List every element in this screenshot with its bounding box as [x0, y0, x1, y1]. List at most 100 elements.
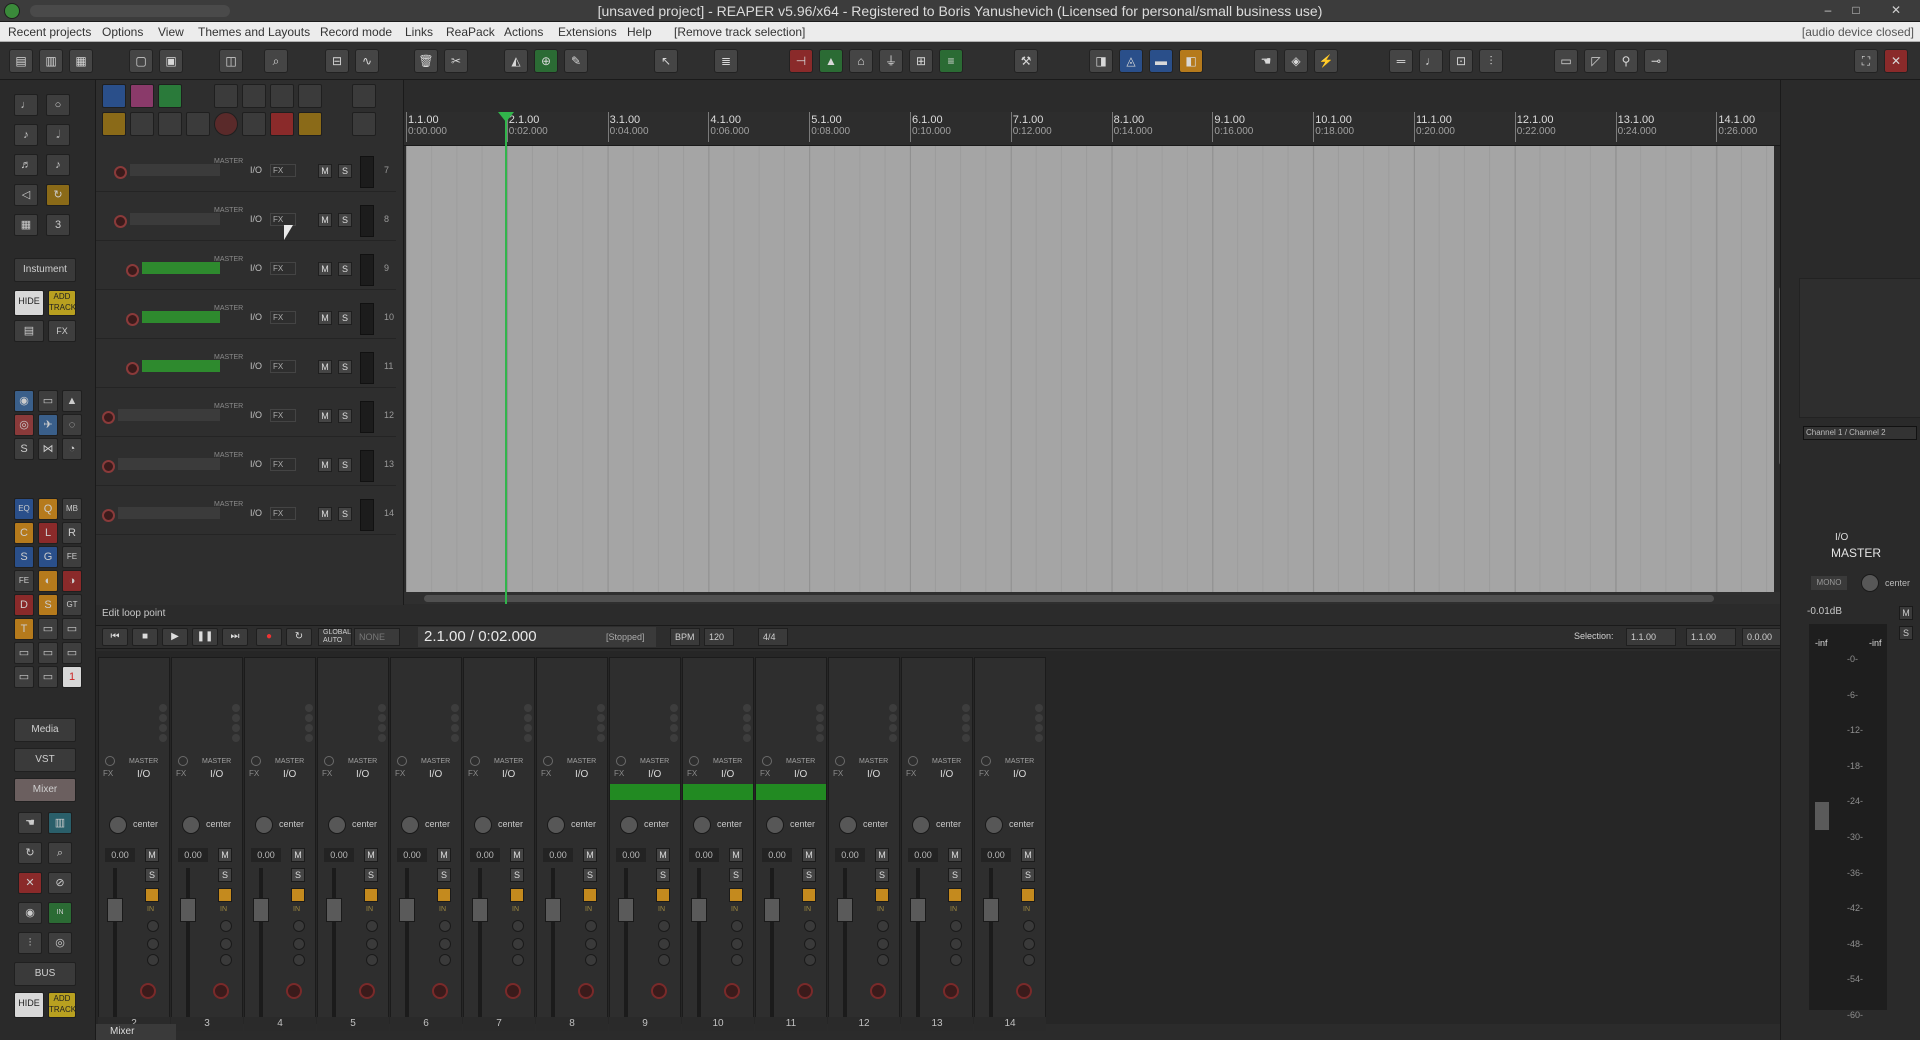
item-split-icon[interactable]: ⊣	[789, 49, 813, 73]
stop-button[interactable]: ■	[132, 628, 158, 646]
ds-plugin-icon[interactable]: D	[14, 594, 34, 616]
strip-control[interactable]	[877, 938, 889, 950]
insert-slot[interactable]	[743, 734, 751, 742]
strip-fader-track[interactable]	[624, 868, 628, 1018]
track-name-field[interactable]	[142, 360, 220, 372]
strip-control[interactable]	[147, 954, 159, 966]
strip-record-arm[interactable]	[140, 983, 156, 999]
insert-slot[interactable]	[159, 704, 167, 712]
strip-volume-readout[interactable]: 0.00	[762, 848, 792, 862]
strip-io-button[interactable]: I/O	[502, 769, 515, 780]
go-to-end-button[interactable]: ⏭	[222, 628, 248, 646]
tcp-tool-e-icon[interactable]	[130, 112, 154, 136]
group-icon[interactable]: ⊞	[909, 49, 933, 73]
track-fx-button[interactable]: FX	[270, 458, 296, 471]
strip-fader-track[interactable]	[697, 868, 701, 1018]
mb-plugin-icon[interactable]: MB	[62, 498, 82, 520]
save-as-icon[interactable]: ▥	[39, 49, 63, 73]
strip-control[interactable]	[731, 920, 743, 932]
track-io-button[interactable]: I/O	[250, 459, 262, 469]
track-solo-button[interactable]: S	[338, 262, 352, 276]
insert-slot[interactable]	[524, 724, 532, 732]
strip-fx-bypass[interactable]	[105, 756, 115, 766]
track-mute-button[interactable]: M	[318, 164, 332, 178]
strip-pan-knob[interactable]	[693, 816, 711, 834]
close-panel-icon[interactable]: ✕	[1884, 49, 1908, 73]
record-tool-icon[interactable]	[214, 112, 238, 136]
strip-control[interactable]	[220, 938, 232, 950]
insert-slot[interactable]	[232, 714, 240, 722]
ruler-icon[interactable]: ═	[1389, 49, 1413, 73]
strip-fx-button[interactable]: FX	[833, 769, 843, 778]
track-name-field[interactable]	[118, 458, 220, 470]
strip-io-button[interactable]: I/O	[356, 769, 369, 780]
view-wave-icon[interactable]: ▬	[1149, 49, 1173, 73]
strip-pan-knob[interactable]	[547, 816, 565, 834]
strip-solo-button[interactable]: S	[1021, 868, 1035, 882]
strip-record-arm[interactable]	[724, 983, 740, 999]
strip-control[interactable]	[439, 920, 451, 932]
delete-tool-icon[interactable]: ✕	[18, 872, 42, 894]
tcp-tool-c-icon[interactable]	[158, 84, 182, 108]
plugin-f-icon[interactable]: ◌	[62, 414, 82, 436]
strip-control[interactable]	[950, 920, 962, 932]
insert-slot[interactable]	[816, 724, 824, 732]
delete-fx-icon[interactable]	[270, 112, 294, 136]
insert-slot[interactable]	[889, 724, 897, 732]
hammer-icon[interactable]: ⚒	[1014, 49, 1038, 73]
mixer-strip[interactable]: MASTER FX I/O center 0.00 M S IN 6	[390, 657, 462, 1031]
g-plugin-icon[interactable]: G	[38, 546, 58, 568]
go-to-start-button[interactable]: ⏮	[102, 628, 128, 646]
insert-slot[interactable]	[305, 724, 313, 732]
insert-slot[interactable]	[743, 724, 751, 732]
strip-control[interactable]	[658, 938, 670, 950]
hide-button-bottom[interactable]: HIDE	[14, 992, 44, 1018]
track-fx-button[interactable]: FX	[270, 164, 296, 177]
insert-slot[interactable]	[232, 704, 240, 712]
render-icon[interactable]: ◫	[219, 49, 243, 73]
mixer-strip[interactable]: MASTER FX I/O center 0.00 M S IN 5	[317, 657, 389, 1031]
track-record-arm[interactable]	[102, 411, 115, 424]
strip-control[interactable]	[1023, 920, 1035, 932]
insert-slot[interactable]	[1035, 734, 1043, 742]
loop-icon[interactable]: ↻	[46, 184, 70, 206]
strip-fx-bypass[interactable]	[616, 756, 626, 766]
track-name-field[interactable]	[118, 409, 220, 421]
strip-control[interactable]	[1023, 938, 1035, 950]
mixer-strip[interactable]: MASTER FX I/O center 0.00 M S IN 14	[974, 657, 1046, 1031]
strip-io-button[interactable]: I/O	[283, 769, 296, 780]
strip-fx-bypass[interactable]	[543, 756, 553, 766]
plugin-b-icon[interactable]: ▭	[38, 390, 58, 412]
record-arm-icon[interactable]: ▤	[14, 320, 44, 342]
strip-mute-button[interactable]: M	[656, 848, 670, 862]
track-mute-button[interactable]: M	[318, 262, 332, 276]
strip-io-button[interactable]: I/O	[137, 769, 150, 780]
strip-fader-track[interactable]	[916, 868, 920, 1018]
open-project-icon[interactable]: ▣	[159, 49, 183, 73]
track-record-arm[interactable]	[102, 509, 115, 522]
strip-mute-button[interactable]: M	[729, 848, 743, 862]
misc-plugin-a-icon[interactable]: ▭	[38, 618, 58, 640]
insert-slot[interactable]	[378, 724, 386, 732]
track-io-button[interactable]: I/O	[250, 263, 262, 273]
project-settings-icon[interactable]: ▦	[69, 49, 93, 73]
unfreeze-icon[interactable]	[242, 84, 266, 108]
master-channel-select[interactable]: Channel 1 / Channel 2	[1803, 426, 1917, 440]
track-fx-button[interactable]: FX	[270, 262, 296, 275]
strip-control[interactable]	[731, 954, 743, 966]
view-spectrum-icon[interactable]: ◬	[1119, 49, 1143, 73]
strip-fader-handle[interactable]	[691, 898, 707, 922]
strip-fader-handle[interactable]	[326, 898, 342, 922]
strip-mute-button[interactable]: M	[510, 848, 524, 862]
track-row[interactable]: MASTER I/O FX M S 12	[96, 397, 396, 437]
strip-fx-button[interactable]: FX	[322, 769, 332, 778]
track-record-arm[interactable]	[126, 264, 139, 277]
crossfade-icon[interactable]: ▲	[819, 49, 843, 73]
fe2-plugin-icon[interactable]: FE	[14, 570, 34, 592]
strip-fx-bypass[interactable]	[981, 756, 991, 766]
tcp-tool-f-icon[interactable]	[158, 112, 182, 136]
tcp-tool-d-icon[interactable]	[102, 112, 126, 136]
strip-solo-button[interactable]: S	[948, 868, 962, 882]
misc-plugin-g-icon[interactable]: ▭	[38, 666, 58, 688]
insert-slot[interactable]	[159, 734, 167, 742]
